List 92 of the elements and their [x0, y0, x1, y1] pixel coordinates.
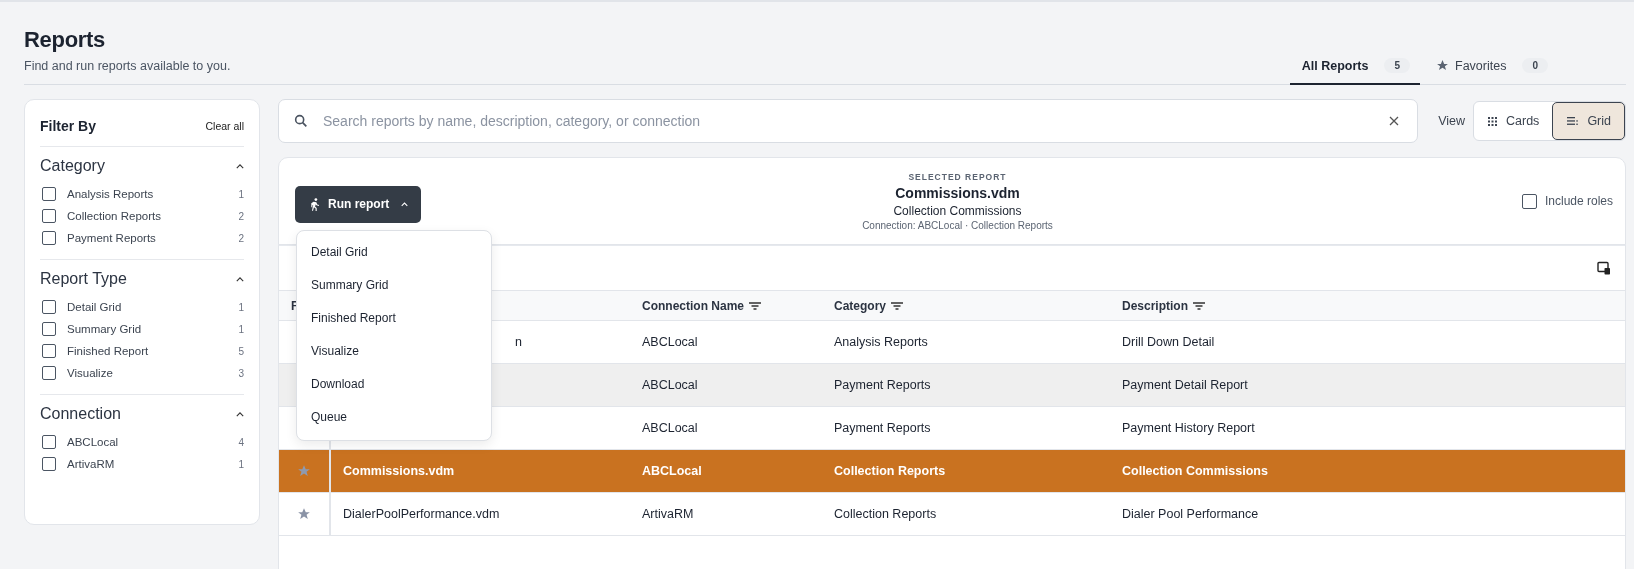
- filter-group-title: Connection: [40, 405, 121, 423]
- report-name: Commissions.vdm: [894, 184, 1021, 201]
- option-count: 5: [238, 345, 244, 357]
- report-meta: Connection: ABCLocal · Collection Reports: [861, 219, 1054, 231]
- menu-item[interactable]: Queue: [297, 400, 491, 434]
- view-label: View: [1438, 114, 1466, 128]
- filter-option-label: ArtivaRM: [67, 458, 116, 470]
- column-header[interactable]: Category: [834, 298, 886, 313]
- star-icon[interactable]: [297, 464, 311, 478]
- view-toggle-button[interactable]: Cards: [1474, 102, 1553, 140]
- option-count: 2: [238, 210, 244, 222]
- table-cell[interactable]: Payment History Report: [1110, 407, 1625, 449]
- running-person-icon: [309, 197, 320, 211]
- clear-all-link[interactable]: Clear all: [205, 120, 244, 132]
- filter-option-label: Detail Grid: [67, 301, 123, 313]
- option-count: 4: [238, 436, 244, 448]
- option-count: 2: [238, 232, 244, 244]
- checkbox[interactable]: [42, 435, 56, 449]
- page-title: Reports: [24, 27, 107, 53]
- star-icon: [1436, 59, 1450, 72]
- checkbox[interactable]: [42, 231, 56, 245]
- filter-icon[interactable]: [749, 301, 761, 310]
- option-count: 1: [238, 458, 244, 470]
- table-cell-text: Payment Reports: [833, 420, 932, 437]
- table-cell[interactable]: Collection Commissions: [1110, 450, 1625, 492]
- checkbox[interactable]: [42, 344, 56, 358]
- checkbox[interactable]: [42, 366, 56, 380]
- menu-item[interactable]: Finished Report: [297, 301, 491, 335]
- filter-option-label: ABCLocal: [67, 436, 120, 448]
- column-chooser-icon[interactable]: [1597, 261, 1611, 275]
- checkbox[interactable]: [42, 187, 56, 201]
- table-cell: ABCLocal: [630, 364, 822, 406]
- table-cell: Payment Reports: [822, 364, 1110, 406]
- close-icon[interactable]: [1389, 116, 1400, 126]
- option-count: 1: [238, 323, 244, 335]
- table-cell: ABCLocal: [630, 450, 822, 492]
- menu-item[interactable]: Visualize: [297, 334, 491, 368]
- column-header[interactable]: Description: [1122, 298, 1188, 313]
- table-cell-text: ABCLocal: [641, 420, 699, 437]
- filter-option-label: Collection Reports: [67, 210, 162, 222]
- run-report-button[interactable]: Run report: [295, 185, 422, 223]
- option-count: 1: [238, 188, 244, 200]
- table-cell[interactable]: Dialer Pool Performance: [1110, 493, 1625, 535]
- filter-option-label: Payment Reports: [67, 232, 157, 244]
- tab[interactable]: All Reports 5: [1289, 58, 1421, 85]
- checkbox[interactable]: [42, 457, 56, 471]
- chevron-icon[interactable]: [236, 276, 244, 282]
- chevron-icon[interactable]: [236, 163, 244, 169]
- filter-option-label: Visualize: [67, 367, 114, 379]
- option-count: 3: [238, 367, 244, 379]
- search-bar[interactable]: Search reports by name, description, category, or connection: [278, 99, 1419, 143]
- menu-item[interactable]: Detail Grid: [297, 235, 491, 269]
- filter-title: Filter By: [40, 118, 96, 134]
- grid-dots-icon: [1488, 116, 1498, 126]
- table-cell: Collection Reports: [822, 450, 1110, 492]
- chevron-icon[interactable]: [236, 411, 244, 417]
- checkbox[interactable]: [1521, 193, 1537, 209]
- page-subtitle: Find and run reports available to you.: [24, 59, 231, 73]
- report-name-cell[interactable]: DialerPoolPerformance.vdm: [331, 493, 630, 535]
- checkbox-label: Include roles: [1544, 194, 1613, 208]
- filter-option-label: Finished Report: [67, 345, 150, 357]
- option-count: 1: [238, 301, 244, 313]
- menu-item[interactable]: Download: [297, 367, 491, 401]
- star-icon[interactable]: [297, 507, 311, 521]
- menu-item[interactable]: Summary Grid: [297, 268, 491, 302]
- count-badge: 5: [1384, 58, 1411, 73]
- filter-option-label: Summary Grid: [67, 323, 143, 335]
- report-name-cell[interactable]: Commissions.vdm: [331, 450, 630, 492]
- list-icon: [1567, 117, 1579, 125]
- filter-icon[interactable]: [891, 301, 903, 310]
- filter-icon[interactable]: [1193, 301, 1205, 310]
- filter-group-title: Category: [40, 157, 105, 175]
- section-label: SELECTED REPORT: [907, 171, 1008, 182]
- table-cell-text: ArtivaRM: [641, 506, 695, 523]
- view-toggle-button[interactable]: Grid: [1552, 102, 1625, 140]
- table-cell-text: Analysis Reports: [833, 334, 929, 351]
- report-description: Collection Commissions: [892, 203, 1023, 218]
- search-icon: [293, 113, 309, 129]
- checkbox[interactable]: [42, 209, 56, 223]
- search-field[interactable]: Search reports by name, description, category, or connection: [321, 112, 1390, 130]
- table-cell-text: Collection Reports: [833, 506, 938, 523]
- chevron-icon: [401, 201, 409, 207]
- checkbox[interactable]: [42, 322, 56, 336]
- filter-option-label: Analysis Reports: [67, 188, 155, 200]
- filter-group-title: Report Type: [40, 270, 127, 288]
- table-cell[interactable]: Payment Detail Report: [1110, 364, 1625, 406]
- checkbox[interactable]: [42, 300, 56, 314]
- table-cell[interactable]: Drill Down Detail: [1110, 321, 1625, 363]
- tab[interactable]: Favorites 0: [1424, 58, 1558, 85]
- table-cell-text: ABCLocal: [641, 334, 699, 351]
- count-badge: 0: [1522, 58, 1548, 73]
- column-header[interactable]: Connection Name: [642, 298, 744, 313]
